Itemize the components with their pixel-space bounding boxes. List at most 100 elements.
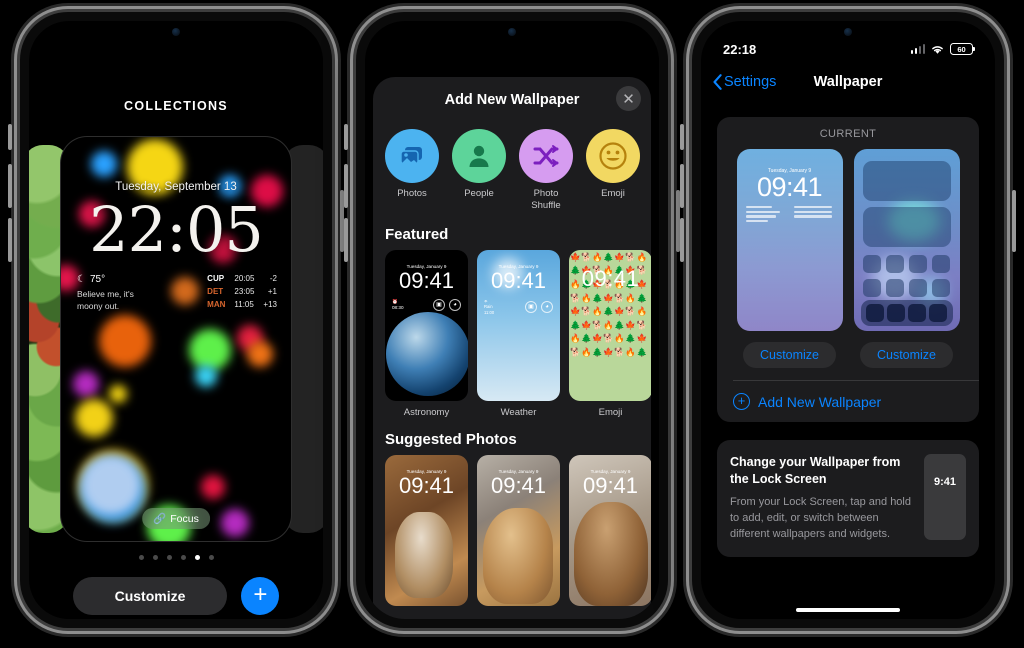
widget-circle-icon: ▣ (525, 300, 537, 313)
category-label: Emoji (601, 188, 625, 199)
mini-time: 09:41 (490, 472, 547, 498)
category-photos[interactable]: Photos (385, 129, 439, 212)
mute-switch[interactable] (8, 124, 12, 150)
bokeh-circle (109, 385, 127, 403)
volume-up-button[interactable] (344, 164, 348, 208)
focus-pill[interactable]: 🔗 Focus (142, 508, 210, 529)
weather-line2: moony out. (77, 300, 120, 311)
phone1-screen: COLLECTIONS Tuesday, September 13 22:05 … (29, 21, 323, 619)
add-wallpaper-button[interactable]: + (241, 577, 280, 615)
page-dots[interactable] (29, 555, 323, 560)
back-label: Settings (724, 74, 777, 90)
navigation-bar: Settings Wallpaper (701, 65, 995, 99)
phone1-actions: Customize + (29, 577, 323, 615)
bokeh-circle (91, 151, 117, 177)
bokeh-circle (75, 399, 113, 437)
page-dot[interactable] (166, 555, 172, 560)
volume-down-button[interactable] (8, 218, 12, 262)
current-wallpaper-card: CURRENT Tuesday, January 9 09:41 Customi… (717, 117, 979, 422)
suggested-photo-card[interactable]: Tuesday, January 9 09:41 (385, 454, 468, 606)
wallpaper-card-weather[interactable]: Tuesday, January 9 09:41 ☂ Rain 11:00 ▣ ◕ … (477, 249, 560, 418)
schedule-diff: +1 (267, 287, 277, 297)
bokeh-circle (195, 365, 217, 387)
wallpaper-thumb: Tuesday, January 9 09:41 ⏰ 08:30 ▣ ◕ (385, 249, 468, 401)
phone-add-wallpaper: Add New Wallpaper ✕ Photos People Photo … (344, 12, 680, 628)
page-dot[interactable] (208, 555, 214, 560)
volume-down-button[interactable] (344, 218, 348, 262)
tip-card: Change your Wallpaper from the Lock Scre… (717, 440, 979, 557)
wallpaper-thumb: 🍁🐕🔥🌲🍁🐕🔥🌲🍁🐕🔥🌲🍁🐕🔥🌲🍁🐕🔥🌲🍁🐕🔥🌲🍁🐕🔥🌲🍁🐕🔥🌲🍁🐕🔥🌲🍁🐕🔥🌲… (569, 249, 651, 401)
active-lock-screen-preview[interactable]: Tuesday, September 13 22:05 ☾ 75° Believ… (61, 137, 291, 541)
category-people[interactable]: People (452, 129, 506, 212)
home-icon-row (862, 279, 951, 297)
weather-widget[interactable]: ☾ 75° Believe me, it's moony out. (77, 273, 134, 312)
preview-widgets (745, 206, 834, 226)
smiley-icon (586, 129, 640, 183)
moon-icon: ☾ (77, 274, 86, 285)
back-button[interactable]: Settings (713, 74, 776, 90)
lock-preview-thumb: Tuesday, January 9 09:41 (736, 149, 843, 331)
customize-button[interactable]: Customize (72, 577, 228, 615)
mute-switch[interactable] (344, 124, 348, 150)
home-dock (860, 300, 953, 326)
category-row[interactable]: Photos People Photo Shuffle Emoji (373, 123, 651, 222)
suggested-photos-header: Suggested Photos (385, 430, 517, 448)
schedule-code: DET (207, 287, 224, 297)
bokeh-circle (247, 341, 273, 367)
current-header: CURRENT (819, 128, 877, 140)
category-emoji[interactable]: Emoji (586, 129, 640, 212)
add-new-wallpaper-row[interactable]: + Add New Wallpaper (717, 381, 979, 422)
shuffle-icon (519, 129, 573, 183)
page-dot[interactable] (138, 555, 144, 560)
suggested-photo-card[interactable]: Tuesday, January 9 09:41 (569, 454, 651, 606)
home-indicator[interactable] (796, 608, 900, 612)
phone2-screen: Add New Wallpaper ✕ Photos People Photo … (365, 21, 659, 619)
home-widget (862, 207, 951, 247)
front-camera-icon (508, 28, 516, 36)
tip-title: Change your Wallpaper from the Lock Scre… (730, 455, 901, 486)
suggested-photos-row[interactable]: Tuesday, January 9 09:41 Tuesday, Januar… (373, 454, 651, 606)
page-dot-active[interactable] (194, 555, 200, 560)
page-dot[interactable] (180, 555, 186, 560)
volume-up-button[interactable] (680, 164, 684, 208)
home-screen-preview[interactable] (853, 149, 960, 331)
wallpaper-label: Weather (500, 406, 537, 418)
volume-down-button[interactable] (680, 218, 684, 262)
lock-time: 22:05 (89, 193, 264, 266)
customize-lock-button[interactable]: Customize (742, 342, 837, 368)
bokeh-circle (189, 329, 231, 371)
wallpaper-carousel[interactable]: Tuesday, September 13 22:05 ☾ 75° Believ… (29, 137, 323, 541)
status-time: 22:18 (723, 41, 757, 57)
page-dot[interactable] (152, 555, 158, 560)
schedule-time: 23:05 (234, 287, 255, 297)
front-camera-icon (172, 28, 180, 36)
schedule-widget[interactable]: CUP 20:05 -2 DET 23:05 +1 MAN 11:05 +13 (207, 273, 277, 312)
mini-time: 09:41 (582, 472, 639, 498)
notch (124, 21, 228, 43)
wallpaper-card-emoji[interactable]: 🍁🐕🔥🌲🍁🐕🔥🌲🍁🐕🔥🌲🍁🐕🔥🌲🍁🐕🔥🌲🍁🐕🔥🌲🍁🐕🔥🌲🍁🐕🔥🌲🍁🐕🔥🌲🍁🐕🔥🌲… (569, 249, 651, 418)
home-preview-thumb (853, 149, 960, 331)
lock-widgets: ☾ 75° Believe me, it's moony out. CUP 20… (77, 273, 277, 312)
schedule-code: MAN (207, 300, 226, 310)
wallpaper-label: Astronomy (403, 406, 450, 418)
category-photo-shuffle[interactable]: Photo Shuffle (519, 129, 573, 212)
power-button[interactable] (1012, 190, 1016, 252)
mute-switch[interactable] (680, 124, 684, 150)
battery-level: 60 (957, 44, 966, 54)
category-label: Photos (397, 188, 427, 199)
lock-screen-preview[interactable]: Tuesday, January 9 09:41 (736, 149, 843, 331)
lock-date: Tuesday, September 13 (115, 181, 237, 193)
notch (460, 21, 564, 43)
preview-time: 09:41 (756, 172, 823, 202)
cellular-icon (910, 44, 925, 54)
wallpaper-card-astronomy[interactable]: Tuesday, January 9 09:41 ⏰ 08:30 ▣ ◕ Astr… (385, 249, 468, 418)
mini-time: 09:41 (490, 267, 547, 293)
close-icon[interactable]: ✕ (616, 86, 641, 111)
phone3-screen: 22:18 60 Settings Wallpaper CURRENT Tues… (701, 21, 995, 619)
featured-row[interactable]: Tuesday, January 9 09:41 ⏰ 08:30 ▣ ◕ Astr… (373, 249, 651, 418)
volume-up-button[interactable] (8, 164, 12, 208)
customize-home-button[interactable]: Customize (859, 342, 954, 368)
bokeh-circle (81, 455, 141, 515)
add-wallpaper-sheet: Add New Wallpaper ✕ Photos People Photo … (373, 77, 651, 619)
suggested-photo-card[interactable]: Tuesday, January 9 09:41 (477, 454, 560, 606)
